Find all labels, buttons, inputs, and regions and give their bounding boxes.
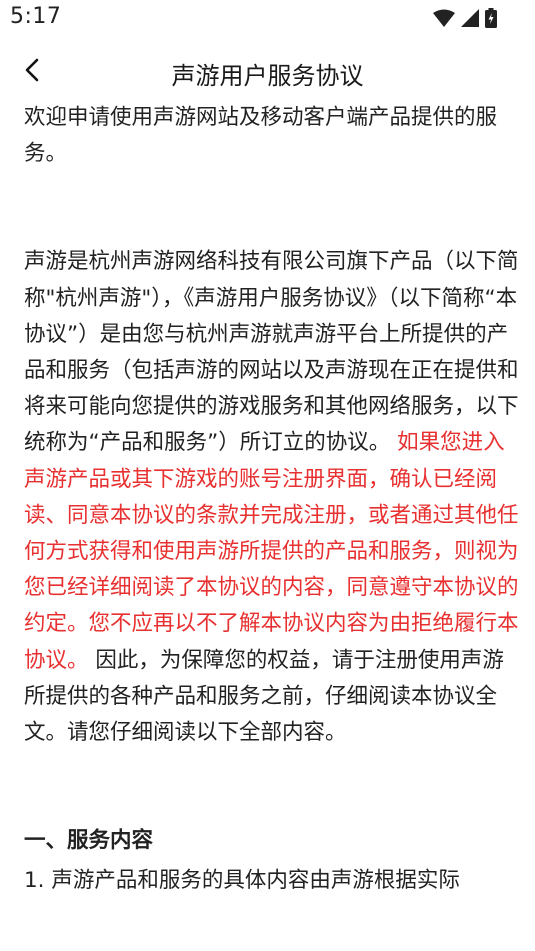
battery-icon — [485, 8, 497, 32]
status-bar: 5:17 — [0, 0, 535, 42]
agreement-content: 欢迎申请使用声游网站及移动客户端产品提供的服务。 声游是杭州声游网络科技有限公司… — [24, 100, 520, 900]
reading-advice-text: 因此，为保障您的权益，请于注册使用声游所提供的各种产品和服务之前，仔细阅读本协议… — [24, 647, 504, 746]
page-title: 声游用户服务协议 — [171, 62, 364, 90]
intro-paragraph: 欢迎申请使用声游网站及移动客户端产品提供的服务。 — [24, 105, 498, 167]
section-heading: 一、服务内容 — [24, 828, 154, 854]
cellular-signal-icon — [461, 9, 479, 31]
wifi-icon — [433, 9, 455, 31]
status-icons — [433, 8, 497, 32]
section-item: 1. 声游产品和服务的具体内容由声游根据实际 — [24, 868, 460, 894]
status-time: 5:17 — [10, 4, 62, 29]
consent-warning-text: 如果您进入声游产品或其下游戏的账号注册界面，确认已经阅读、同意本协议的条款并完成… — [24, 430, 519, 673]
app-bar: 声游用户服务协议 — [0, 44, 535, 102]
agreement-text: 声游是杭州声游网络科技有限公司旗下产品（以下简称"杭州声游"），《声游用户服务协… — [24, 249, 519, 456]
agreement-paragraph: 声游是杭州声游网络科技有限公司旗下产品（以下简称"杭州声游"），《声游用户服务协… — [24, 244, 520, 751]
